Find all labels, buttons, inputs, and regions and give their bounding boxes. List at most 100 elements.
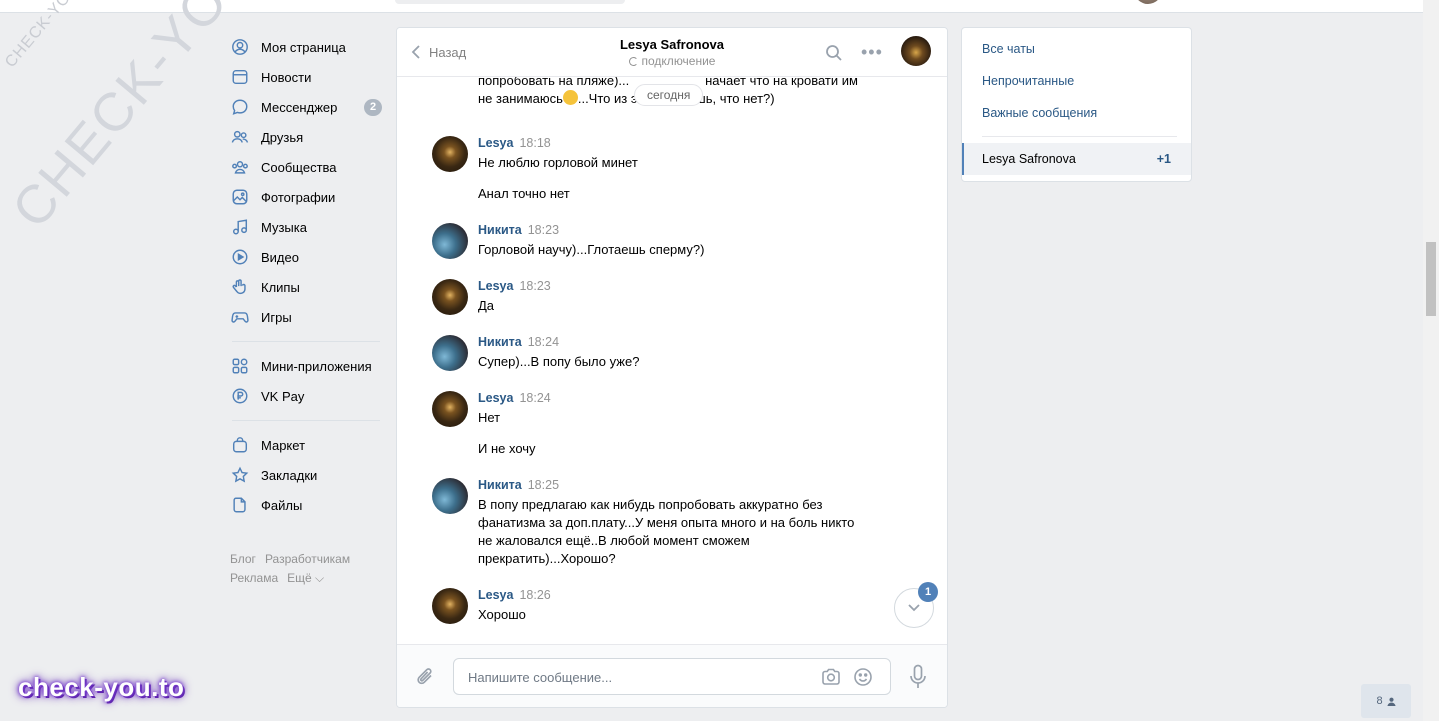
search-icon[interactable] [825, 44, 843, 62]
date-separator: сегодня [634, 84, 704, 106]
nav-label: Закладки [261, 467, 318, 483]
message-time: 18:26 [519, 588, 551, 602]
message-author[interactable]: Lesya [478, 279, 513, 293]
message-author[interactable]: Lesya [478, 391, 513, 405]
camera-icon[interactable] [820, 667, 842, 687]
nav-news[interactable]: Новости [230, 62, 390, 92]
nav-photos[interactable]: Фотографии [230, 182, 390, 212]
message-avatar[interactable] [432, 391, 468, 427]
nav-label: Игры [261, 309, 292, 325]
message-line: не занимаюсь [478, 91, 563, 106]
smile-icon[interactable] [853, 667, 873, 687]
filter-unread[interactable]: Непрочитанные [982, 74, 1074, 88]
header-avatar[interactable] [1134, 0, 1162, 4]
microphone-icon[interactable] [909, 664, 927, 690]
chat-filter-panel: Все чаты Непрочитанные Важные сообщения … [961, 27, 1192, 182]
messenger-count-badge: 2 [364, 99, 382, 116]
footer-ads-link[interactable]: Реклама [230, 571, 278, 585]
message-list[interactable]: попробовать на пляже)... начает что на к… [397, 76, 947, 644]
message-time: 18:24 [519, 391, 551, 405]
nav-bookmarks[interactable]: Закладки [230, 460, 390, 490]
message-time: 18:25 [527, 478, 560, 492]
message-meta: Lesya 18:18 [478, 136, 551, 150]
chat-avatar[interactable] [901, 36, 931, 66]
newspaper-icon [230, 67, 250, 87]
star-icon [230, 465, 250, 485]
message-line: И не хочу [478, 441, 536, 456]
message-meta: Никита 18:23 [478, 223, 559, 237]
nav-video[interactable]: Видео [230, 242, 390, 272]
footer-blog-link[interactable]: Блог [230, 552, 256, 566]
chat-header: Назад Lesya Safronova подключение ••• [397, 28, 947, 77]
nav-label: Друзья [261, 129, 304, 145]
user-circle-icon [230, 37, 250, 57]
filter-important[interactable]: Важные сообщения [982, 106, 1097, 120]
paperclip-icon[interactable] [415, 666, 437, 688]
nav-communities[interactable]: Сообщества [230, 152, 390, 182]
message-avatar[interactable] [432, 335, 468, 371]
filter-all-chats[interactable]: Все чаты [982, 42, 1035, 56]
watermark-brand: check-you.to [18, 672, 185, 702]
chevron-down-icon [908, 604, 920, 612]
message-line: начает что на кровати им [705, 76, 858, 88]
clips-icon [230, 277, 250, 297]
nav-label: Моя страница [261, 39, 346, 55]
message-text: Хорошо [478, 606, 878, 624]
header-search-stub[interactable] [395, 0, 625, 4]
message-line: Не люблю горловой минет [478, 155, 638, 170]
nav-files[interactable]: Файлы [230, 490, 390, 520]
nav-divider [232, 341, 380, 342]
page-scrollbar[interactable] [1423, 0, 1439, 721]
scrollbar-thumb[interactable] [1426, 242, 1436, 316]
message-input-box[interactable] [453, 658, 891, 695]
spinner-icon [628, 57, 638, 66]
nav-label: Видео [261, 249, 299, 265]
message-time: 18:23 [527, 223, 560, 237]
message-text: Нет И не хочу [478, 409, 878, 458]
nav-clips[interactable]: Клипы [230, 272, 390, 302]
nav-games[interactable]: Игры [230, 302, 390, 332]
user-icon [1387, 697, 1396, 706]
active-chat-unread-count: +1 [1156, 152, 1171, 166]
nav-my-page[interactable]: Моя страница [230, 32, 390, 62]
message-composer [397, 644, 947, 707]
message-time: 18:23 [519, 279, 551, 293]
message-author[interactable]: Никита [478, 335, 522, 349]
message-text: В попу предлагаю как нибудь попробовать … [478, 496, 866, 568]
nav-label: Новости [261, 69, 312, 85]
friends-icon [230, 127, 250, 147]
message-author[interactable]: Lesya [478, 588, 513, 602]
message-meta: Никита 18:25 [478, 478, 559, 492]
message-avatar[interactable] [432, 478, 468, 514]
gamepad-icon [230, 307, 250, 327]
footer-more-link[interactable]: Ещё ⌵ [287, 571, 324, 585]
active-chat-item[interactable]: Lesya Safronova +1 [962, 143, 1191, 175]
nav-label: Музыка [261, 219, 307, 235]
nav-messenger[interactable]: Мессенджер 2 [230, 92, 390, 122]
nav-mini-apps[interactable]: Мини-приложения [230, 351, 390, 381]
left-navigation: Моя страница Новости Мессенджер 2 Друзья… [230, 32, 390, 588]
message-line: Горловой научу)...Глотаешь сперму?) [478, 242, 705, 257]
message-author[interactable]: Никита [478, 478, 522, 492]
chat-panel: Назад Lesya Safronova подключение ••• се… [396, 27, 948, 708]
message-line: Анал точно нет [478, 186, 570, 201]
more-options-icon[interactable]: ••• [861, 42, 883, 63]
message-author[interactable]: Lesya [478, 136, 513, 150]
nav-market[interactable]: Маркет [230, 430, 390, 460]
nav-friends[interactable]: Друзья [230, 122, 390, 152]
apps-icon [230, 356, 250, 376]
footer-developers-link[interactable]: Разработчикам [265, 552, 350, 566]
nav-vk-pay[interactable]: VK Pay [230, 381, 390, 411]
music-icon [230, 217, 250, 237]
message-meta: Никита 18:24 [478, 335, 559, 349]
online-users-button[interactable]: 8 [1361, 684, 1411, 718]
message-avatar[interactable] [432, 588, 468, 624]
nav-label: Мессенджер [261, 99, 338, 115]
nav-music[interactable]: Музыка [230, 212, 390, 242]
message-avatar[interactable] [432, 223, 468, 259]
message-input[interactable] [466, 667, 810, 687]
message-avatar[interactable] [432, 136, 468, 172]
message-line: Хорошо [478, 607, 526, 622]
message-author[interactable]: Никита [478, 223, 522, 237]
message-avatar[interactable] [432, 279, 468, 315]
